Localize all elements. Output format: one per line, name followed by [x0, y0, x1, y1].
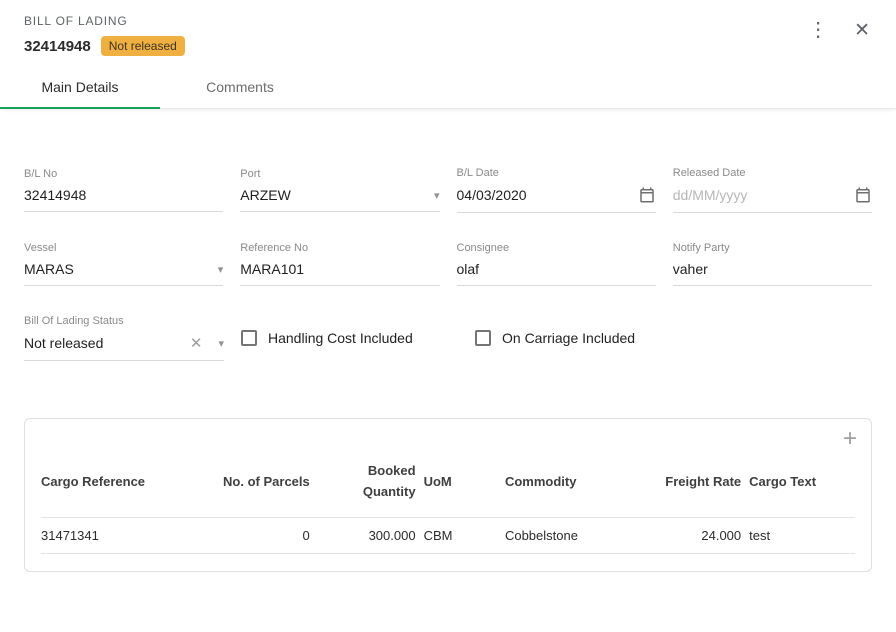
- bl-status-value: Not released: [24, 335, 103, 351]
- table-cell: test: [749, 517, 855, 553]
- cargo-card: + Cargo ReferenceNo. of ParcelsBooked Qu…: [24, 418, 872, 572]
- reference-no-value: MARA101: [240, 261, 304, 277]
- vessel-label: Vessel: [24, 242, 223, 254]
- chevron-down-icon[interactable]: ▾: [434, 189, 440, 202]
- on-carriage-checkbox[interactable]: On Carriage Included: [475, 330, 692, 346]
- checkbox-icon[interactable]: [241, 330, 257, 346]
- bl-date-label: B/L Date: [457, 167, 656, 179]
- bl-status-label: Bill Of Lading Status: [24, 315, 224, 327]
- clear-icon[interactable]: ✕: [190, 334, 203, 352]
- bl-no-input[interactable]: 32414948: [24, 180, 223, 212]
- bl-no-label: B/L No: [24, 168, 223, 180]
- bl-no-field: B/L No 32414948: [24, 168, 223, 212]
- table-cell: 0: [220, 517, 318, 553]
- bl-status-select[interactable]: Not released ✕ ▾: [24, 327, 224, 361]
- checkbox-icon[interactable]: [475, 330, 491, 346]
- column-header: Cargo Reference: [41, 455, 220, 517]
- bl-date-field: B/L Date 04/03/2020: [457, 167, 656, 213]
- port-select[interactable]: ARZEW ▾: [240, 180, 439, 212]
- port-value: ARZEW: [240, 187, 291, 203]
- close-icon[interactable]: ✕: [854, 21, 870, 40]
- bl-date-input[interactable]: 04/03/2020: [457, 179, 656, 213]
- bl-date-value: 04/03/2020: [457, 187, 527, 203]
- column-header: No. of Parcels: [220, 455, 318, 517]
- column-header: Booked Quantity: [318, 455, 424, 517]
- handling-cost-checkbox[interactable]: Handling Cost Included: [241, 330, 458, 346]
- notify-party-label: Notify Party: [673, 242, 872, 254]
- vessel-field: Vessel MARAS ▾: [24, 242, 223, 286]
- cargo-table: Cargo ReferenceNo. of ParcelsBooked Quan…: [41, 455, 855, 554]
- vessel-value: MARAS: [24, 261, 74, 277]
- table-cell: 31471341: [41, 517, 220, 553]
- column-header: Commodity: [505, 455, 660, 517]
- table-cell: Cobbelstone: [505, 517, 660, 553]
- reference-no-label: Reference No: [240, 242, 439, 254]
- column-header: UoM: [424, 455, 505, 517]
- vessel-select[interactable]: MARAS ▾: [24, 254, 223, 286]
- calendar-icon[interactable]: [638, 186, 656, 204]
- add-cargo-button[interactable]: +: [843, 425, 857, 454]
- released-date-placeholder: dd/MM/yyyy: [673, 187, 748, 203]
- table-header-row: Cargo ReferenceNo. of ParcelsBooked Quan…: [41, 455, 855, 517]
- chevron-down-icon[interactable]: ▾: [218, 337, 224, 350]
- port-label: Port: [240, 168, 439, 180]
- table-row[interactable]: 314713410300.000CBMCobbelstone24.000test: [41, 517, 855, 553]
- notify-party-value: vaher: [673, 261, 708, 277]
- tab-main-details[interactable]: Main Details: [0, 64, 160, 108]
- table-cell: CBM: [424, 517, 505, 553]
- bl-number: 32414948: [24, 38, 91, 55]
- consignee-field: Consignee olaf: [457, 242, 656, 286]
- reference-no-field: Reference No MARA101: [240, 242, 439, 286]
- bl-status-field: Bill Of Lading Status Not released ✕ ▾: [24, 315, 224, 361]
- column-header: Cargo Text: [749, 455, 855, 517]
- bl-no-value: 32414948: [24, 187, 86, 203]
- consignee-value: olaf: [457, 261, 480, 277]
- main-details-panel: B/L No 32414948 Port ARZEW ▾ B/L Date 04…: [0, 109, 896, 361]
- consignee-label: Consignee: [457, 242, 656, 254]
- notify-party-field: Notify Party vaher: [673, 242, 872, 286]
- checkbox-label: On Carriage Included: [502, 330, 635, 346]
- kebab-menu-icon[interactable]: ⋮: [808, 20, 828, 40]
- released-date-input[interactable]: dd/MM/yyyy: [673, 179, 872, 213]
- tab-comments[interactable]: Comments: [160, 64, 320, 108]
- checkbox-label: Handling Cost Included: [268, 330, 413, 346]
- page-title: BILL OF LADING: [24, 14, 872, 28]
- notify-party-input[interactable]: vaher: [673, 254, 872, 286]
- consignee-input[interactable]: olaf: [457, 254, 656, 286]
- dialog-header: BILL OF LADING 32414948 Not released ⋮ ✕: [0, 0, 896, 64]
- reference-no-input[interactable]: MARA101: [240, 254, 439, 286]
- calendar-icon[interactable]: [854, 186, 872, 204]
- column-header: Freight Rate: [660, 455, 750, 517]
- table-cell: 300.000: [318, 517, 424, 553]
- released-date-field: Released Date dd/MM/yyyy: [673, 167, 872, 213]
- chevron-down-icon[interactable]: ▾: [218, 263, 224, 276]
- tab-bar: Main Details Comments: [0, 64, 896, 109]
- status-badge: Not released: [101, 36, 185, 56]
- table-cell: 24.000: [660, 517, 750, 553]
- port-field: Port ARZEW ▾: [240, 168, 439, 212]
- released-date-label: Released Date: [673, 167, 872, 179]
